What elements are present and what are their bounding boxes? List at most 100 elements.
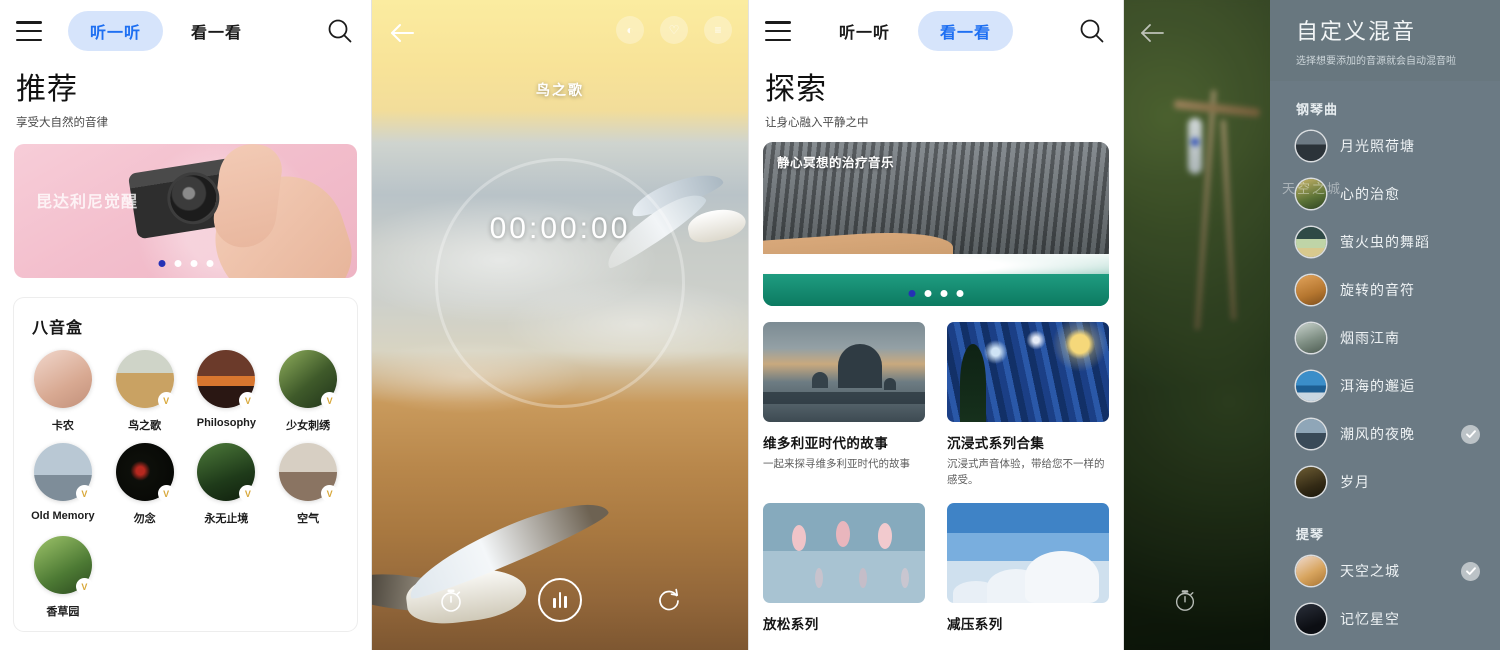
explore-card[interactable]: 维多利亚时代的故事一起来探寻维多利亚时代的故事 <box>763 322 925 489</box>
carousel-dot[interactable] <box>174 260 181 267</box>
music-box-item[interactable]: V 勿念 <box>104 443 186 526</box>
explore-card-title: 减压系列 <box>947 616 1003 632</box>
hamburger-icon[interactable] <box>16 21 42 41</box>
timer-icon[interactable] <box>1172 587 1198 618</box>
repeat-icon[interactable] <box>655 586 683 614</box>
vip-badge: V <box>321 392 339 409</box>
music-box-item[interactable]: V 永无止境 <box>186 443 268 526</box>
timer-icon[interactable] <box>437 586 465 614</box>
explore-carousel-dots <box>908 290 964 297</box>
tab-watch[interactable]: 看一看 <box>169 11 264 51</box>
carousel-banner[interactable]: 昆达利尼觉醒 <box>14 144 357 278</box>
explore-card-title: 沉浸式系列合集 <box>947 436 1045 451</box>
explore-card-desc: 一起来探寻维多利亚时代的故事 <box>763 458 910 470</box>
mix-source-row[interactable]: 旋转的音符 <box>1270 266 1500 314</box>
mix-source-row[interactable]: 月光照荷塘 <box>1270 122 1500 170</box>
mix-source-row[interactable]: 岁月 <box>1270 458 1500 506</box>
check-icon[interactable] <box>1461 561 1480 581</box>
search-icon[interactable] <box>1077 16 1107 46</box>
carousel-dot[interactable] <box>940 290 948 297</box>
explore-card[interactable]: 沉浸式系列合集沉浸式声音体验，带给您不一样的感受。 <box>947 322 1109 489</box>
top-bar-explore: 听一听 看一看 <box>749 0 1123 62</box>
mix-source-row[interactable]: 萤火虫的舞蹈 <box>1270 218 1500 266</box>
page-title: 推荐 <box>16 73 78 106</box>
wind-chime-image <box>1194 90 1217 330</box>
explore-card-title: 维多利亚时代的故事 <box>763 436 889 451</box>
explore-card[interactable]: 放松系列 <box>763 502 925 638</box>
mix-source-label: 烟雨江南 <box>1340 330 1400 346</box>
pause-button[interactable] <box>537 578 582 622</box>
vip-badge: V <box>75 485 93 502</box>
wind-chime-bar-image <box>1173 99 1260 118</box>
search-icon[interactable] <box>325 16 355 46</box>
music-box-item-label: 鸟之歌 <box>128 420 162 432</box>
music-box-item[interactable]: V Philosophy <box>186 350 268 433</box>
tab-watch[interactable]: 看一看 <box>918 11 1014 51</box>
music-box-item[interactable]: V 少女刺绣 <box>267 350 349 433</box>
mix-title: 自定义混音 <box>1296 19 1417 44</box>
favorite-icon[interactable]: ♡ <box>660 16 688 44</box>
carousel-dot[interactable] <box>158 260 165 267</box>
brightness-icon[interactable]: ◐ <box>616 16 644 44</box>
explore-card-image <box>763 322 925 422</box>
tab-listen[interactable]: 听一听 <box>68 11 164 51</box>
music-box-item-label: 勿念 <box>133 513 156 525</box>
player-controls <box>372 578 748 622</box>
music-box-item-label: 空气 <box>297 513 320 525</box>
thumbnail-wrap: V <box>279 350 339 409</box>
music-box-section: 八音盒 卡农 V 鸟之歌 V Philosophy V 少女刺绣 V Old Memory V 勿念… <box>14 298 357 631</box>
source-thumbnail-image <box>1296 556 1326 586</box>
vip-badge: V <box>157 392 175 409</box>
carousel-dot[interactable] <box>924 290 932 297</box>
music-box-item[interactable]: V 香草园 <box>22 536 104 619</box>
panel-player: ◐ ♡ ≡ 鸟之歌 00:00:00 <box>372 0 748 650</box>
music-box-item[interactable]: V 空气 <box>267 443 349 526</box>
carousel-dots <box>158 260 213 267</box>
playlist-icon[interactable]: ≡ <box>704 16 732 44</box>
explore-card-desc: 沉浸式声音体验，带给您不一样的感受。 <box>947 458 1105 486</box>
explore-card-grid: 维多利亚时代的故事 一起来探寻维多利亚时代的故事 沉浸式系列合集 沉浸式声音体验，带给… <box>749 306 1123 638</box>
vip-badge: V <box>239 392 257 409</box>
hamburger-icon[interactable] <box>765 21 791 41</box>
mix-source-list: 钢琴曲 月光照荷塘 心的治愈 萤火虫的舞蹈 旋转的音符 烟雨江南 洱海的邂逅 潮风的夜晚 岁月提… <box>1270 81 1500 650</box>
mix-source-label: 岁月 <box>1340 474 1370 490</box>
carousel-dot[interactable] <box>956 290 964 297</box>
section-title-music-box: 八音盒 <box>32 320 84 337</box>
back-arrow-icon[interactable] <box>388 18 418 48</box>
music-box-item[interactable]: 卡农 <box>22 350 104 433</box>
carousel-dot[interactable] <box>206 260 213 267</box>
now-playing-overlay-label: 天空之城 <box>1281 181 1342 196</box>
carousel-dot[interactable] <box>908 290 916 297</box>
mix-source-row[interactable]: 记忆星空 <box>1270 595 1500 643</box>
explore-card[interactable]: 减压系列 <box>947 502 1109 638</box>
explore-carousel-banner[interactable]: 静心冥想的治疗音乐 <box>763 142 1109 306</box>
player-action-group: ◐ ♡ ≡ <box>616 16 732 44</box>
mix-subtitle: 选择想要添加的音源就会自动混音啦 <box>1296 56 1456 67</box>
source-thumbnail-image <box>1296 131 1326 161</box>
mix-source-row[interactable]: 烟雨江南 <box>1270 314 1500 362</box>
mix-source-label: 萤火虫的舞蹈 <box>1340 234 1430 250</box>
tab-listen[interactable]: 听一听 <box>817 11 912 51</box>
thumbnail-wrap: V <box>33 536 93 595</box>
back-arrow-icon[interactable] <box>1138 18 1168 53</box>
wind-chime-pin-image <box>1188 118 1203 174</box>
mix-source-row[interactable]: 潮风的夜晚 <box>1270 410 1500 458</box>
explore-banner-title: 静心冥想的治疗音乐 <box>777 156 895 170</box>
mix-source-row[interactable]: 洱海的邂逅 <box>1270 362 1500 410</box>
mix-source-row[interactable]: 流星之夜 <box>1270 643 1500 650</box>
music-box-item[interactable]: V Old Memory <box>22 443 104 526</box>
vip-badge: V <box>157 485 175 502</box>
source-thumbnail-image <box>1296 227 1326 257</box>
thumbnail-wrap: V <box>279 443 339 502</box>
check-icon[interactable] <box>1461 424 1480 444</box>
music-box-item-label: 永无止境 <box>204 513 249 525</box>
music-box-item-label: 卡农 <box>51 420 74 432</box>
vip-badge: V <box>239 485 257 502</box>
mix-source-label: 天空之城 <box>1340 563 1400 579</box>
carousel-dot[interactable] <box>190 260 197 267</box>
mix-source-row[interactable]: 天空之城 <box>1270 547 1500 595</box>
mix-source-label: 洱海的邂逅 <box>1340 378 1415 394</box>
music-box-item[interactable]: V 鸟之歌 <box>104 350 186 433</box>
wind-chime-image <box>1220 120 1237 320</box>
explore-card-image <box>947 322 1109 422</box>
